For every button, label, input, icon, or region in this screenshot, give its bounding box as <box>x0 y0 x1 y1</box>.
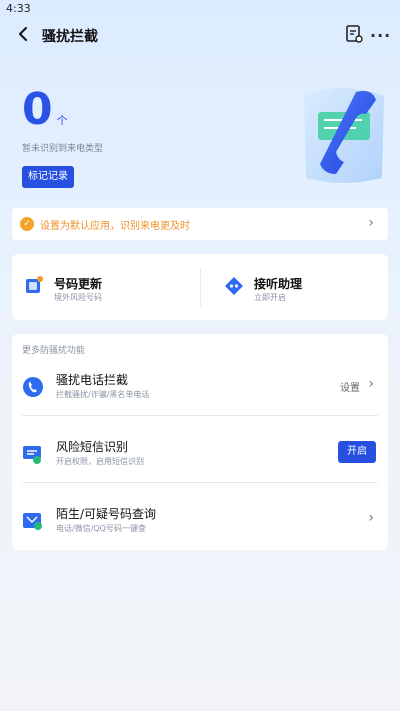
divider <box>22 482 378 483</box>
status-time: 4:33 <box>6 2 31 15</box>
quick-item-subtitle: 立即开启 <box>254 293 286 302</box>
divider <box>22 415 378 416</box>
list-item-call-block[interactable]: 骚扰电话拦截 拦截骚扰/诈骗/黑名单电话 设置 › <box>12 356 388 422</box>
assistant-robot-icon <box>225 277 243 295</box>
nav-bar: 骚扰拦截 ··· <box>0 20 400 50</box>
notice-text: 设置为默认应用，识别来电更及时 <box>40 221 190 232</box>
intercept-count: 0个 <box>22 80 68 140</box>
number-update-icon <box>26 276 43 293</box>
answer-assistant-item[interactable]: 接听助理 立即开启 <box>200 254 388 320</box>
quick-item-title: 接听助理 <box>254 277 303 291</box>
list-item-title: 陌生/可疑号码查询 <box>56 507 157 521</box>
mark-records-button[interactable]: 标记记录 <box>22 166 74 188</box>
number-lookup-icon <box>23 513 42 530</box>
warning-icon: ✓ <box>20 217 34 231</box>
document-list-icon[interactable] <box>344 24 364 44</box>
list-item-subtitle: 开启权限，启用短信识别 <box>56 457 144 466</box>
status-bar: 4:33 <box>0 0 400 16</box>
quick-item-subtitle: 境外风险号码 <box>54 293 102 302</box>
section-title: 更多防骚扰功能 <box>22 346 86 356</box>
chevron-right-icon: › <box>368 510 374 526</box>
quick-actions-card: 号码更新 境外风险号码 接听助理 立即开启 <box>12 254 388 320</box>
enable-button[interactable]: 开启 <box>338 441 376 463</box>
count-number: 0 <box>22 84 53 135</box>
list-item-number-lookup[interactable]: 陌生/可疑号码查询 电话/微信/QQ号码一键查 › <box>12 490 388 556</box>
sms-shield-icon <box>23 446 41 464</box>
default-app-notice[interactable]: ✓ 设置为默认应用，识别来电更及时 › <box>12 208 388 240</box>
more-features-card: 更多防骚扰功能 骚扰电话拦截 拦截骚扰/诈骗/黑名单电话 设置 › 风险短信识别… <box>12 334 388 550</box>
phone-block-icon <box>23 377 43 397</box>
quick-item-title: 号码更新 <box>54 277 103 291</box>
page-title: 骚扰拦截 <box>42 29 98 45</box>
chevron-right-icon: › <box>368 376 374 392</box>
list-item-title: 骚扰电话拦截 <box>56 373 129 387</box>
back-arrow-icon[interactable] <box>14 24 34 44</box>
settings-link[interactable]: 设置 <box>340 379 360 394</box>
list-item-sms-risk[interactable]: 风险短信识别 开启权限，启用短信识别 开启 <box>12 423 388 489</box>
phone-shield-illustration-icon <box>304 88 384 183</box>
list-item-title: 风险短信识别 <box>56 440 129 454</box>
count-subtitle: 暂未识别到来电类型 <box>22 144 104 154</box>
number-update-item[interactable]: 号码更新 境外风险号码 <box>12 254 200 320</box>
count-unit: 个 <box>56 114 68 127</box>
more-options-icon[interactable]: ··· <box>370 26 391 45</box>
list-item-subtitle: 拦截骚扰/诈骗/黑名单电话 <box>56 390 150 399</box>
chevron-right-icon: › <box>368 215 374 231</box>
list-item-subtitle: 电话/微信/QQ号码一键查 <box>56 524 146 533</box>
